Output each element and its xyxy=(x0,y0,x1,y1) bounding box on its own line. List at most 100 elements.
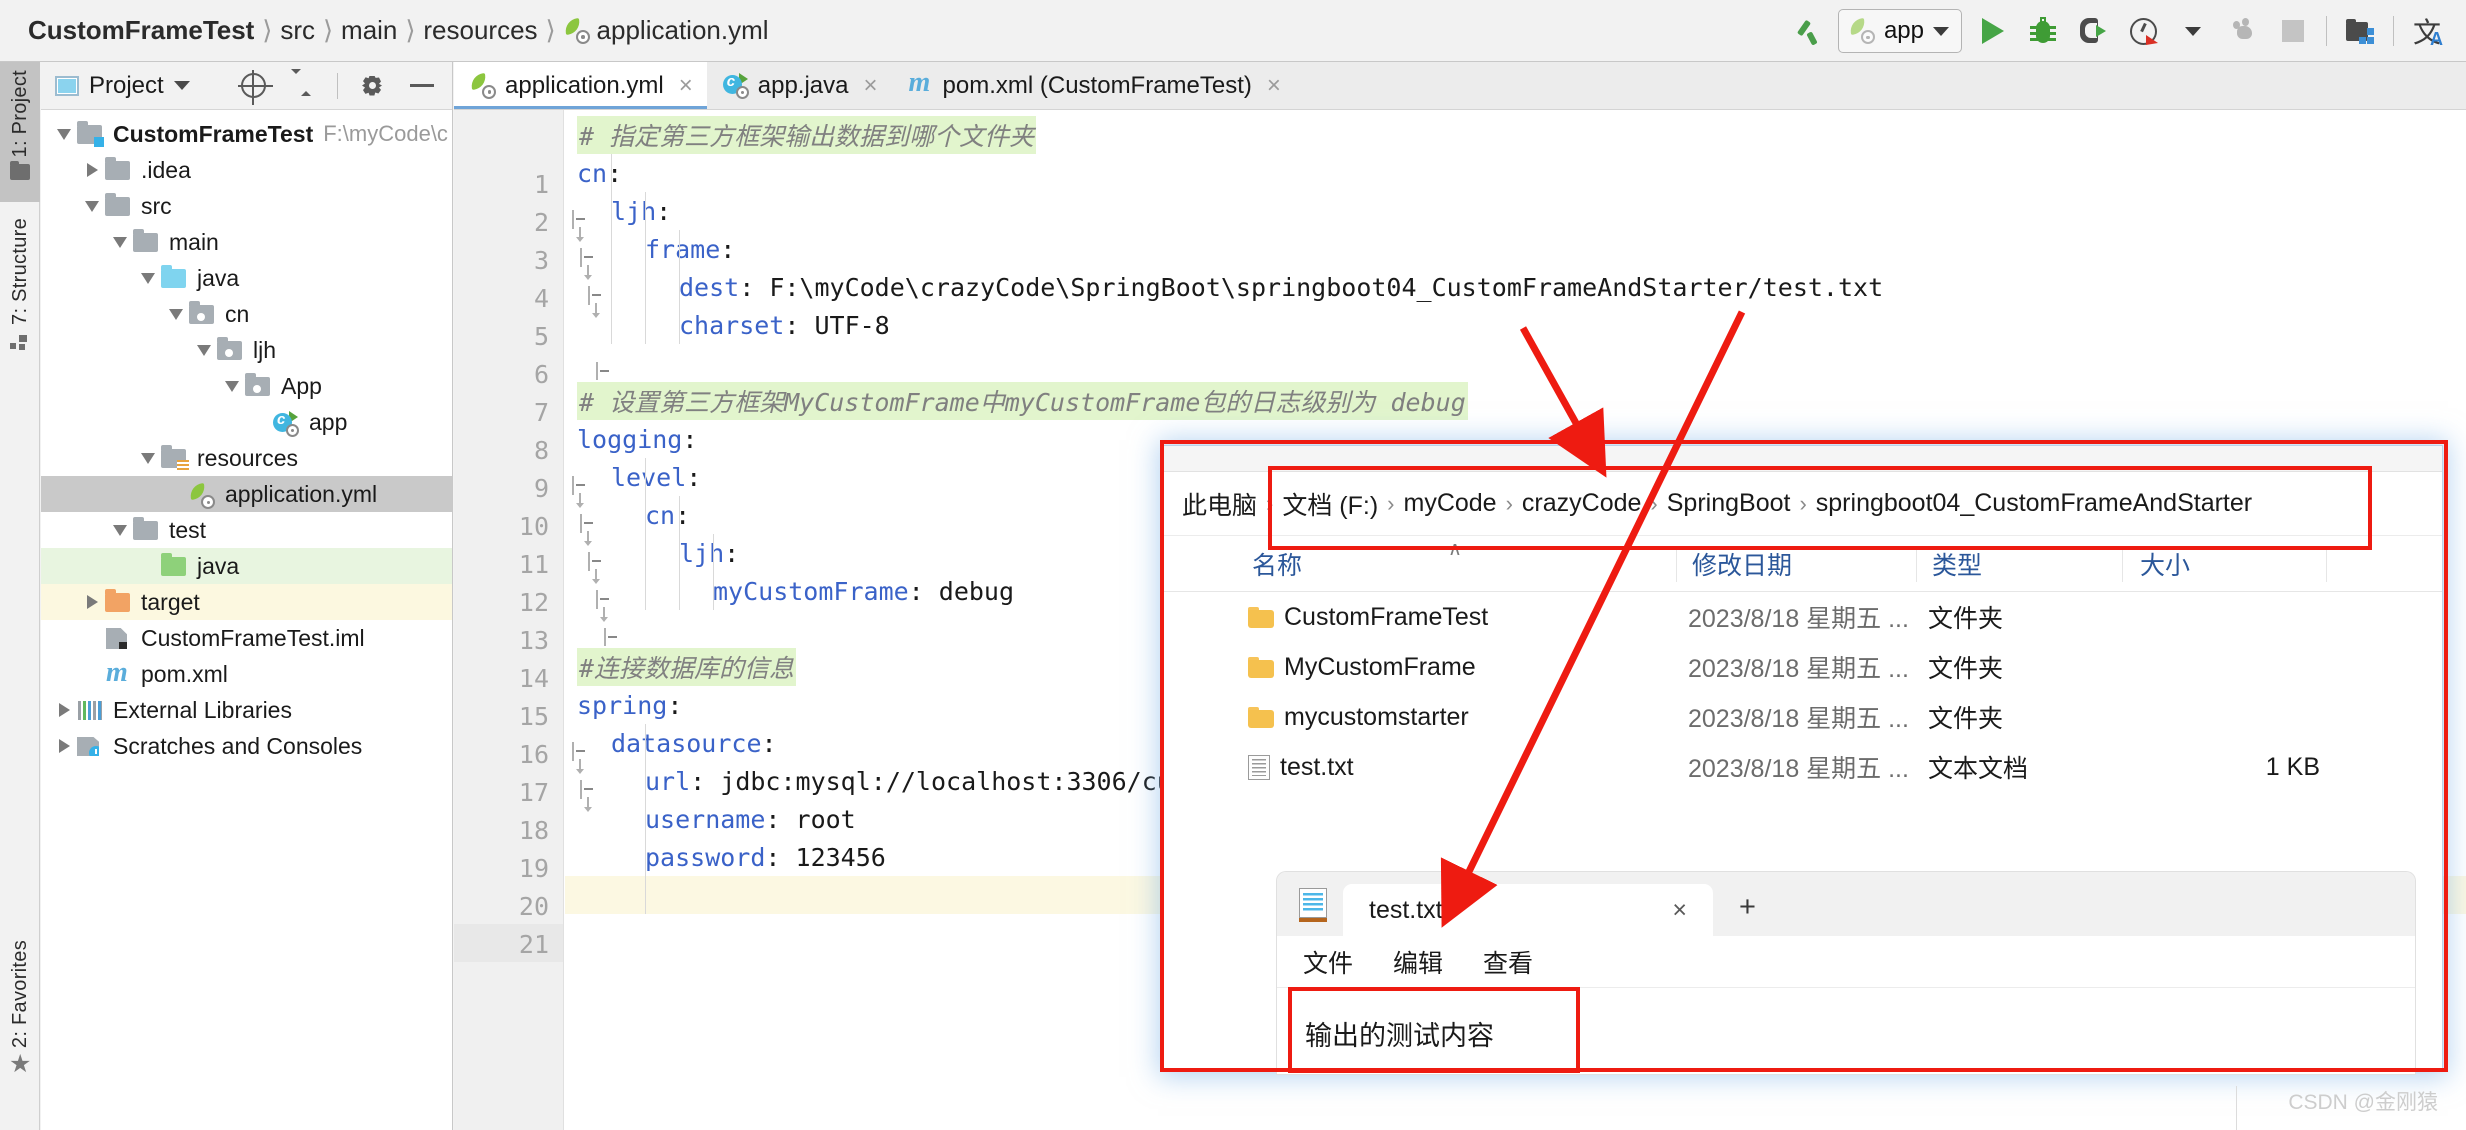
editor-tab-app-java[interactable]: app.java × xyxy=(707,62,892,109)
close-icon[interactable]: × xyxy=(864,72,878,100)
settings-button[interactable] xyxy=(352,68,392,104)
explorer-crumb-2[interactable]: myCode xyxy=(1404,489,1497,518)
sidebar-item-favorites[interactable]: 2: Favorites ★ xyxy=(0,932,40,1082)
tree-twisty-down[interactable] xyxy=(51,128,77,140)
editor-tab-pom-xml[interactable]: pom.xml (CustomFrameTest) × xyxy=(892,62,1295,109)
close-icon[interactable]: × xyxy=(1267,72,1281,100)
breadcrumb-item-src[interactable]: src xyxy=(280,15,315,46)
tree-item-test[interactable]: test xyxy=(41,512,452,548)
code-line[interactable]: charset: UTF-8 xyxy=(565,306,890,344)
code-line[interactable]: # 设置第三方框架MyCustomFrame中myCustomFrame包的日志… xyxy=(565,382,1468,420)
notepad-window[interactable]: test.txt × + 文件 编辑 查看 输出的测试内容 xyxy=(1277,872,2415,1074)
stop-button[interactable] xyxy=(2268,7,2318,55)
sidebar-item-structure[interactable]: 7: Structure xyxy=(0,210,40,370)
explorer-crumb-1[interactable]: 文档 (F:) xyxy=(1282,486,1378,522)
explorer-crumb-3[interactable]: crazyCode xyxy=(1522,489,1642,518)
collapse-all-button[interactable] xyxy=(283,68,323,104)
code-line[interactable]: datasource: xyxy=(565,724,777,762)
run-with-coverage-button[interactable] xyxy=(2118,7,2168,55)
translate-button[interactable] xyxy=(2402,7,2452,55)
new-tab-button[interactable]: + xyxy=(1713,891,1782,936)
tree-item-main[interactable]: main xyxy=(41,224,452,260)
code-line[interactable]: cn: xyxy=(565,154,622,192)
run-button[interactable] xyxy=(1968,7,2018,55)
tree-twisty-right[interactable] xyxy=(79,595,105,609)
hide-button[interactable] xyxy=(402,68,442,104)
tree-item-idea[interactable]: .idea xyxy=(41,152,452,188)
code-line[interactable]: level: xyxy=(565,458,701,496)
profiler-button[interactable] xyxy=(2218,7,2268,55)
tree-twisty-down[interactable] xyxy=(219,380,245,392)
close-icon[interactable]: × xyxy=(1662,896,1697,925)
tree-item-ljh[interactable]: ljh xyxy=(41,332,452,368)
table-row[interactable]: mycustomstarter 2023/8/18 星期五 ... 文件夹 xyxy=(1164,692,2442,742)
editor-gutter[interactable]: 1 2 3 4 5 6 7 8 9 10 11 12 13 14 15 16 17 18 19 20 21 xyxy=(454,110,608,1130)
tree-twisty-down[interactable] xyxy=(135,452,161,464)
notepad-tab[interactable]: test.txt × xyxy=(1343,884,1713,936)
column-header-name[interactable]: 名称 xyxy=(1252,546,1302,582)
column-header-date[interactable]: 修改日期 xyxy=(1692,546,1792,582)
tree-twisty-down[interactable] xyxy=(107,236,133,248)
code-line[interactable]: frame: xyxy=(565,230,735,268)
code-line[interactable] xyxy=(565,876,577,914)
code-line[interactable]: # 指定第三方框架输出数据到哪个文件夹 xyxy=(565,116,1037,154)
breadcrumb-item-project[interactable]: CustomFrameTest xyxy=(28,15,254,46)
explorer-crumb-4[interactable]: SpringBoot xyxy=(1667,489,1791,518)
code-line[interactable]: #连接数据库的信息 xyxy=(565,648,797,686)
tree-item-scratches-and-consoles[interactable]: Scratches and Consoles xyxy=(41,728,452,764)
tree-item-cn[interactable]: cn xyxy=(41,296,452,332)
close-icon[interactable]: × xyxy=(679,72,693,100)
table-row[interactable]: CustomFrameTest 2023/8/18 星期五 ... 文件夹 xyxy=(1164,592,2442,642)
tree-item-src[interactable]: src xyxy=(41,188,452,224)
build-button[interactable] xyxy=(1788,7,1838,55)
tree-item-target[interactable]: target xyxy=(41,584,452,620)
menu-item-view[interactable]: 查看 xyxy=(1483,944,1533,980)
column-header-type[interactable]: 类型 xyxy=(1932,546,1982,582)
project-structure-button[interactable] xyxy=(2335,7,2385,55)
tree-item-resources[interactable]: resources xyxy=(41,440,452,476)
tree-twisty-down[interactable] xyxy=(163,308,189,320)
code-line[interactable]: ljh: xyxy=(565,192,671,230)
code-line[interactable] xyxy=(565,344,577,382)
editor-tab-application-yml[interactable]: application.yml × xyxy=(454,62,707,109)
tree-twisty-down[interactable] xyxy=(135,272,161,284)
rerun-button[interactable] xyxy=(2068,7,2118,55)
tree-twisty-down[interactable] xyxy=(79,200,105,212)
sidebar-item-project[interactable]: 1: Project xyxy=(0,62,40,202)
run-configuration-selector[interactable]: app xyxy=(1837,9,1962,53)
table-row[interactable]: test.txt 2023/8/18 星期五 ... 文本文档 1 KB xyxy=(1164,742,2442,792)
code-line[interactable]: cn: xyxy=(565,496,690,534)
code-line[interactable]: password: 123456 xyxy=(565,838,886,876)
tree-item-customframetest[interactable]: CustomFrameTest F:\myCode\c xyxy=(41,116,452,152)
explorer-address-bar[interactable]: 此电脑 › 文档 (F:) › myCode › crazyCode › SpringBoot ›… xyxy=(1164,472,2442,536)
tree-item-app[interactable]: app xyxy=(41,404,452,440)
code-line[interactable]: logging: xyxy=(565,420,697,458)
tree-twisty-down[interactable] xyxy=(107,524,133,536)
notepad-text-area[interactable]: 输出的测试内容 xyxy=(1277,988,2415,1074)
code-line[interactable]: username: root xyxy=(565,800,856,838)
tree-item-java[interactable]: java xyxy=(41,260,452,296)
column-header-size[interactable]: 大小 xyxy=(2140,546,2190,582)
tree-twisty-right[interactable] xyxy=(79,163,105,177)
coverage-dropdown[interactable] xyxy=(2168,7,2218,55)
locate-button[interactable] xyxy=(233,68,273,105)
menu-item-file[interactable]: 文件 xyxy=(1303,944,1353,980)
tree-item-java[interactable]: java xyxy=(41,548,452,584)
tree-item-application-yml[interactable]: application.yml xyxy=(41,476,452,512)
code-line[interactable] xyxy=(565,610,577,648)
tree-twisty-right[interactable] xyxy=(51,703,77,717)
chevron-down-icon[interactable] xyxy=(173,81,190,90)
tree-item-customframetest-iml[interactable]: CustomFrameTest.iml xyxy=(41,620,452,656)
table-row[interactable]: MyCustomFrame 2023/8/18 星期五 ... 文件夹 xyxy=(1164,642,2442,692)
code-line[interactable]: dest: F:\myCode\crazyCode\SpringBoot\spr… xyxy=(565,268,1883,306)
code-line[interactable]: spring: xyxy=(565,686,682,724)
breadcrumb-item-main[interactable]: main xyxy=(341,15,397,46)
tree-item-external-libraries[interactable]: External Libraries xyxy=(41,692,452,728)
tree-item-pom-xml[interactable]: pom.xml xyxy=(41,656,452,692)
tree-twisty-right[interactable] xyxy=(51,739,77,753)
tree-item-app[interactable]: App xyxy=(41,368,452,404)
code-line[interactable]: url: jdbc:mysql://localhost:3306/customF xyxy=(565,762,1247,800)
code-line[interactable]: myCustomFrame: debug xyxy=(565,572,1014,610)
tree-twisty-down[interactable] xyxy=(191,344,217,356)
explorer-crumb-5[interactable]: springboot04_CustomFrameAndStarter xyxy=(1816,489,2252,518)
